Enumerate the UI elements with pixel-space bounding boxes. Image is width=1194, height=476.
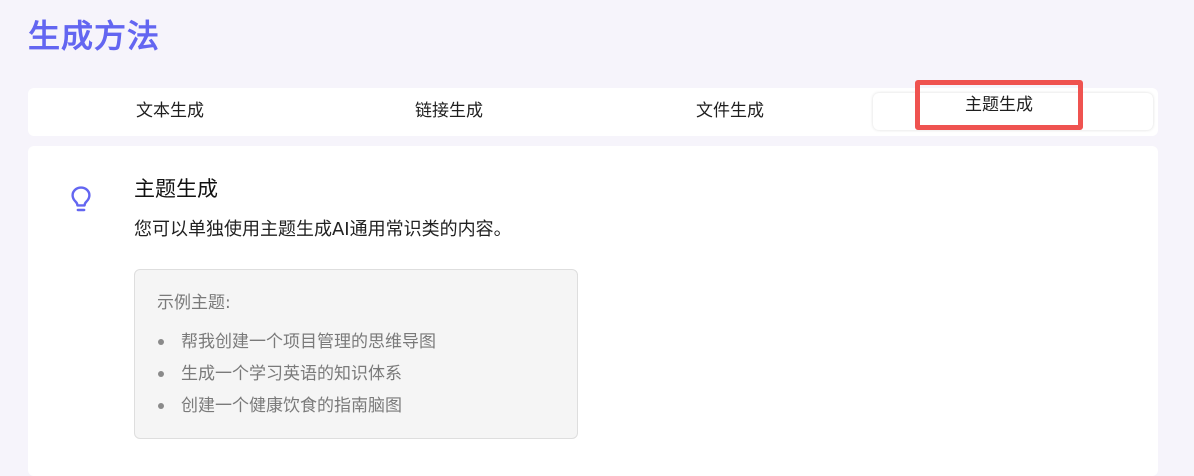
section-title: 主题生成: [134, 177, 218, 201]
tab-text-generation[interactable]: 文本生成: [136, 88, 204, 136]
section-description: 您可以单独使用主题生成AI通用常识类的内容。: [134, 219, 512, 240]
list-item: 生成一个学习英语的知识体系: [155, 358, 436, 390]
list-item: 创建一个健康饮食的指南脑图: [155, 390, 436, 422]
page-title: 生成方法: [28, 17, 161, 55]
lightbulb-icon: [71, 186, 91, 212]
tab-link-generation[interactable]: 链接生成: [415, 88, 483, 136]
example-topic-text: 创建一个健康饮食的指南脑图: [181, 396, 402, 416]
example-topic-text: 帮我创建一个项目管理的思维导图: [181, 332, 436, 352]
tab-topic-generation[interactable]: 主题生成: [915, 80, 1083, 130]
example-topics-box: 示例主题: 帮我创建一个项目管理的思维导图 生成一个学习英语的知识体系 创建一个…: [134, 269, 578, 439]
bullet-icon: [158, 403, 164, 409]
list-item: 帮我创建一个项目管理的思维导图: [155, 326, 436, 358]
example-topic-text: 生成一个学习英语的知识体系: [181, 364, 402, 384]
example-topics-heading: 示例主题:: [157, 293, 231, 313]
bullet-icon: [158, 339, 164, 345]
generation-method-tabs: 文本生成 链接生成 文件生成 主题生成: [28, 80, 1158, 136]
tab-file-generation[interactable]: 文件生成: [696, 88, 764, 136]
content-panel: 主题生成 您可以单独使用主题生成AI通用常识类的内容。 示例主题: 帮我创建一个…: [28, 146, 1158, 476]
bullet-icon: [158, 371, 164, 377]
example-topics-list: 帮我创建一个项目管理的思维导图 生成一个学习英语的知识体系 创建一个健康饮食的指…: [155, 326, 436, 422]
